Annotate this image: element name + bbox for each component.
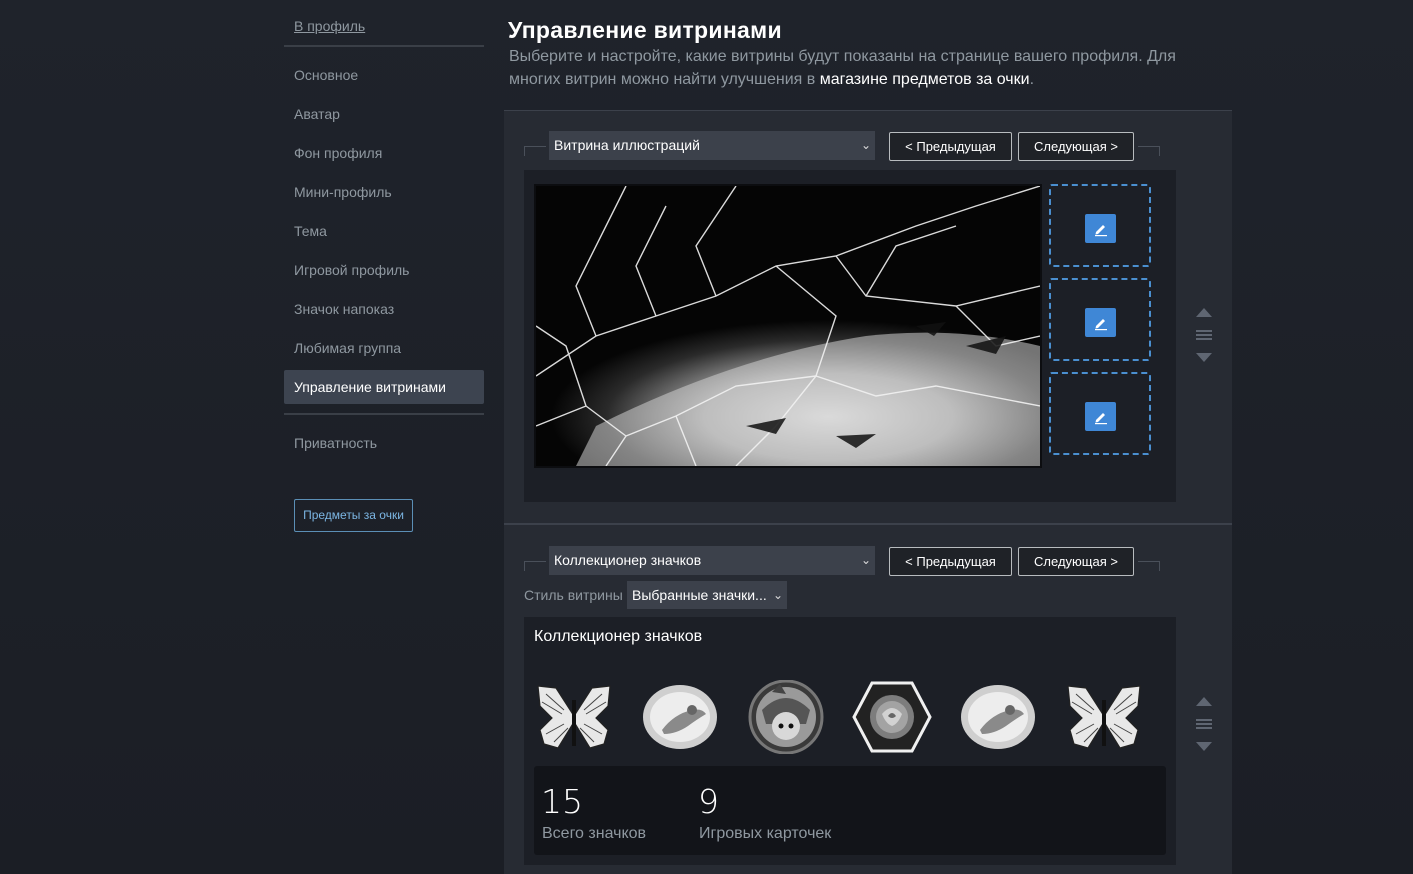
- bracket-decoration: [1138, 146, 1160, 156]
- back-to-profile-link[interactable]: В профиль: [294, 18, 365, 34]
- sidebar-item-general[interactable]: Основное: [284, 58, 484, 92]
- artwork-slot-2[interactable]: [1049, 278, 1151, 361]
- character-badge[interactable]: [746, 679, 826, 755]
- move-up-icon[interactable]: [1196, 697, 1212, 706]
- description-end: .: [1029, 71, 1035, 88]
- reorder-controls: [1195, 308, 1213, 368]
- showcase-type-select[interactable]: Коллекционер значков ⌄: [549, 546, 875, 575]
- sidebar-item-favorite-group[interactable]: Любимая группа: [284, 331, 484, 365]
- featured-artwork-image[interactable]: [534, 184, 1042, 468]
- divider: [504, 523, 1232, 525]
- fairy-badge[interactable]: [958, 680, 1038, 754]
- total-badges-count: 15: [541, 782, 583, 821]
- points-shop-button[interactable]: Предметы за очки: [294, 499, 413, 532]
- next-showcase-button[interactable]: Следующая >: [1018, 132, 1134, 161]
- pencil-icon[interactable]: [1085, 308, 1116, 337]
- chevron-down-icon: ⌄: [772, 588, 783, 602]
- pencil-icon[interactable]: [1085, 402, 1116, 431]
- page-title: Управление витринами: [508, 17, 782, 43]
- reorder-controls: [1195, 697, 1213, 757]
- bracket-decoration: [524, 561, 546, 571]
- artwork-slot-3[interactable]: [1049, 372, 1151, 455]
- next-showcase-button[interactable]: Следующая >: [1018, 547, 1134, 576]
- divider: [284, 45, 484, 47]
- shattered-glass-artwork: [536, 186, 1040, 466]
- game-cards-label: Игровых карточек: [699, 825, 832, 842]
- page-description: Выберите и настройте, какие витрины буду…: [509, 45, 1209, 91]
- butterfly-badge[interactable]: [534, 680, 614, 754]
- chevron-down-icon: ⌄: [860, 138, 871, 152]
- divider: [284, 413, 484, 415]
- rose-badge[interactable]: [852, 680, 932, 754]
- bracket-decoration: [1138, 561, 1160, 571]
- pencil-icon[interactable]: [1085, 214, 1116, 243]
- chevron-down-icon: ⌄: [860, 553, 871, 567]
- points-shop-link[interactable]: магазине предметов за очки: [820, 71, 1030, 88]
- sidebar-item-featured-badge[interactable]: Значок напоказ: [284, 292, 484, 326]
- sidebar-item-background[interactable]: Фон профиля: [284, 136, 484, 170]
- badge-stats: 15 Всего значков 9 Игровых карточек: [534, 766, 1166, 855]
- bracket-decoration: [524, 146, 546, 156]
- move-down-icon[interactable]: [1196, 742, 1212, 751]
- move-down-icon[interactable]: [1196, 353, 1212, 362]
- showcase-type-value: Витрина иллюстраций: [554, 137, 700, 153]
- sidebar-item-game-profile[interactable]: Игровой профиль: [284, 253, 484, 287]
- previous-showcase-button[interactable]: < Предыдущая: [889, 132, 1012, 161]
- showcase-style-select[interactable]: Выбранные значки... ⌄: [627, 581, 787, 609]
- sidebar-item-mini-profile[interactable]: Мини-профиль: [284, 175, 484, 209]
- sidebar-item-showcases[interactable]: Управление витринами: [284, 370, 484, 404]
- showcase-style-label: Стиль витрины: [524, 587, 623, 603]
- divider: [504, 110, 1232, 111]
- move-up-icon[interactable]: [1196, 308, 1212, 317]
- previous-showcase-button[interactable]: < Предыдущая: [889, 547, 1012, 576]
- total-badges-label: Всего значков: [542, 825, 647, 842]
- artwork-slot-1[interactable]: [1049, 184, 1151, 267]
- badge-collector-title: Коллекционер значков: [534, 628, 703, 645]
- showcase-type-select[interactable]: Витрина иллюстраций ⌄: [549, 131, 875, 160]
- sidebar-item-avatar[interactable]: Аватар: [284, 97, 484, 131]
- drag-handle-icon[interactable]: [1196, 719, 1212, 729]
- butterfly-badge[interactable]: [1064, 680, 1144, 754]
- fairy-badge[interactable]: [640, 680, 720, 754]
- showcase-type-value: Коллекционер значков: [554, 552, 702, 568]
- showcase-style-value: Выбранные значки...: [632, 587, 767, 603]
- drag-handle-icon[interactable]: [1196, 330, 1212, 340]
- sidebar-item-theme[interactable]: Тема: [284, 214, 484, 248]
- game-cards-count: 9: [698, 782, 719, 821]
- sidebar-item-privacy[interactable]: Приватность: [284, 426, 484, 460]
